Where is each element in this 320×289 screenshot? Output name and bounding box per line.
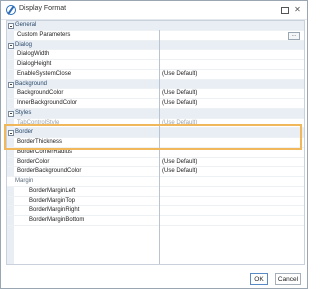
property-row-border-margin-left[interactable]: BorderMarginLeft [7, 187, 304, 197]
category-label: Dialog [15, 41, 33, 48]
property-row-dialog-width[interactable]: DialogWidth [7, 50, 304, 60]
property-grid[interactable]: General Custom Parameters ... Dialog Dia… [6, 20, 305, 265]
property-row-enable-system-close[interactable]: EnableSystemClose (Use Default) [7, 70, 304, 80]
app-logo-icon [6, 5, 16, 15]
collapse-icon[interactable] [8, 23, 14, 29]
collapse-icon[interactable] [8, 81, 14, 88]
property-name: BorderMarginLeft [29, 187, 76, 194]
property-value[interactable]: (Use Default) [162, 119, 292, 129]
category-label: Styles [15, 109, 32, 116]
restore-button[interactable] [279, 4, 290, 15]
category-label: General [15, 22, 37, 28]
property-value[interactable]: (Use Default) [162, 99, 292, 109]
property-name: EnableSystemClose [17, 70, 72, 77]
property-name: BorderCornerRadius [17, 148, 73, 155]
subcategory-label: Margin [15, 178, 34, 184]
title-bar: Display Format ✕ [1, 1, 307, 20]
property-name: BackgroundColor [17, 90, 64, 97]
property-row-border-margin-right[interactable]: BorderMarginRight [7, 206, 304, 216]
category-general[interactable]: General [7, 21, 304, 31]
property-row-inner-background-color[interactable]: InnerBackgroundColor (Use Default) [7, 99, 304, 109]
property-row-custom-parameters[interactable]: Custom Parameters ... [7, 31, 304, 41]
property-name: DialogHeight [17, 61, 52, 67]
close-button[interactable]: ✕ [292, 4, 303, 15]
property-name: Custom Parameters [17, 31, 71, 38]
column-divider[interactable] [159, 30, 160, 264]
property-name: BorderBackgroundColor [17, 168, 82, 175]
category-styles[interactable]: Styles [7, 108, 304, 119]
property-name: InnerBackgroundColor [17, 100, 78, 106]
property-name: BorderColor [17, 158, 50, 165]
property-row-border-margin-top[interactable]: BorderMarginTop [7, 197, 304, 207]
property-row-dialog-height[interactable]: DialogHeight [7, 60, 304, 70]
property-name: BorderMarginBottom [29, 217, 85, 223]
property-name: BorderMarginRight [29, 207, 80, 214]
cancel-button[interactable]: Cancel [275, 273, 301, 285]
ok-button[interactable]: OK [250, 273, 268, 285]
category-dialog[interactable]: Dialog [7, 40, 304, 51]
property-value[interactable]: (Use Default) [162, 167, 292, 177]
property-row-border-corner-radius[interactable]: BorderCornerRadius [7, 148, 304, 158]
ellipsis-button[interactable]: ... [288, 32, 300, 41]
property-value[interactable]: (Use Default) [162, 89, 292, 99]
category-label: Background [15, 80, 48, 87]
property-row-border-margin-bottom[interactable]: BorderMarginBottom [7, 216, 304, 226]
restore-icon [281, 7, 289, 14]
property-name: DialogWidth [17, 51, 50, 58]
property-name: BorderThickness [17, 139, 63, 145]
property-value[interactable]: (Use Default) [162, 158, 292, 168]
category-border[interactable]: Border [7, 128, 304, 138]
property-value[interactable]: (Use Default) [162, 70, 292, 80]
property-row-border-color[interactable]: BorderColor (Use Default) [7, 158, 304, 168]
property-row-border-background-color[interactable]: BorderBackgroundColor (Use Default) [7, 167, 304, 177]
property-row-tab-control-style[interactable]: TabControlStyle (Use Default) [7, 119, 304, 129]
window-title: Display Format [19, 5, 67, 12]
category-background[interactable]: Background [7, 79, 304, 90]
property-name: TabControlStyle [17, 119, 60, 126]
property-row-border-thickness[interactable]: BorderThickness [7, 138, 304, 148]
property-name: BorderMarginTop [29, 197, 76, 204]
category-label: Border [15, 129, 34, 136]
collapse-icon[interactable] [8, 130, 14, 137]
display-format-dialog: Display Format ✕ General Custom Paramete… [0, 0, 308, 289]
collapse-icon[interactable] [8, 42, 14, 49]
property-row-background-color[interactable]: BackgroundColor (Use Default) [7, 89, 304, 99]
subcategory-margin: Margin [7, 177, 304, 187]
collapse-icon[interactable] [8, 110, 14, 117]
